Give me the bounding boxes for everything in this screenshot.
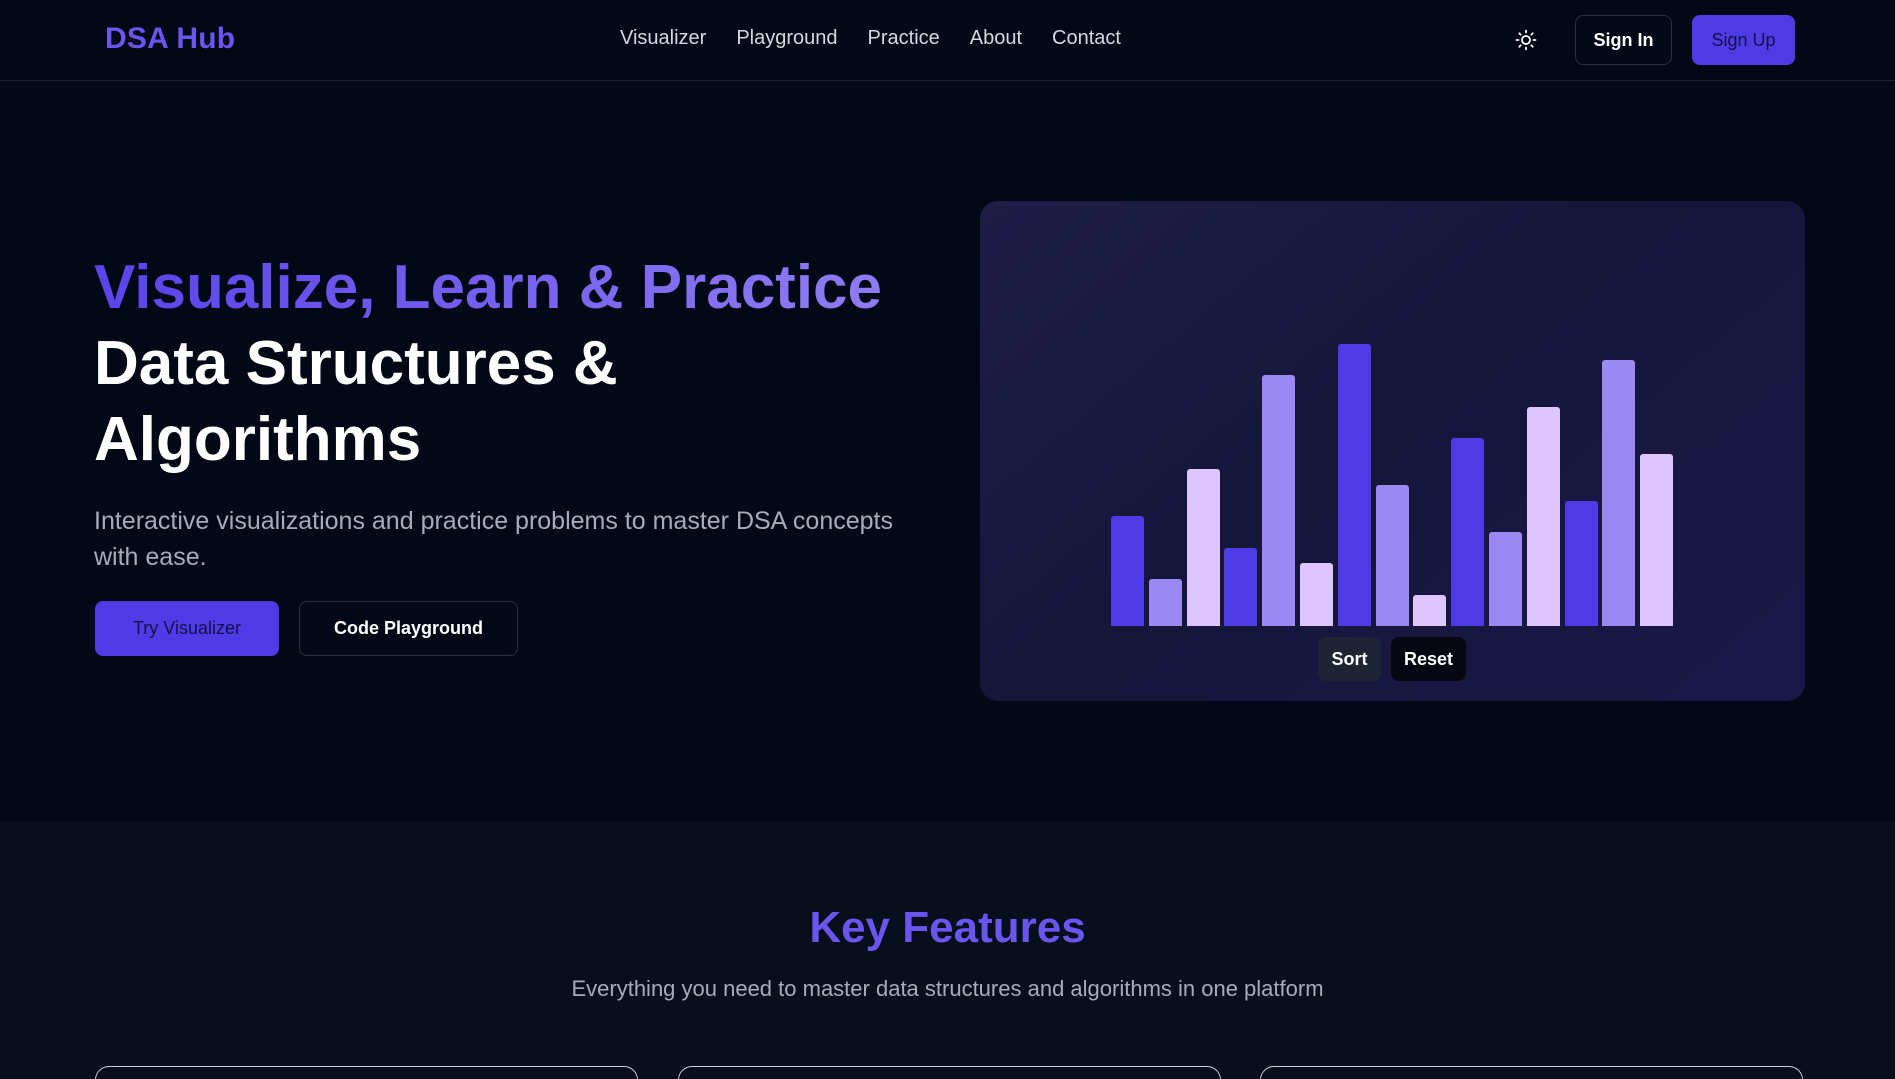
top-navbar: DSA Hub Visualizer Playground Practice A… [0, 0, 1895, 81]
hero-subtitle: Interactive visualizations and practice … [94, 507, 893, 571]
try-visualizer-button[interactable]: Try Visualizer [95, 601, 279, 656]
array-bar [1451, 438, 1485, 626]
sorting-visualizer-card: Sort Reset [980, 201, 1805, 701]
array-bar [1262, 375, 1296, 626]
bar-array [980, 201, 1805, 701]
hero-title: Visualize, Learn & Practice Data Structu… [94, 250, 882, 478]
array-bar [1564, 500, 1598, 626]
features-section: Key Features Everything you need to mast… [0, 821, 1895, 1079]
array-bar [1186, 469, 1220, 626]
array-bar [1148, 579, 1182, 626]
theme-toggle-button[interactable] [1514, 28, 1538, 52]
hero-title-line2: Data Structures & [94, 329, 618, 398]
code-playground-button[interactable]: Code Playground [299, 601, 518, 656]
array-bar [1640, 453, 1674, 626]
hero-title-accent: Visualize, Learn & Practice [94, 250, 882, 326]
nav-link-visualizer[interactable]: Visualizer [620, 27, 706, 50]
nav-link-about[interactable]: About [970, 27, 1022, 50]
feature-card[interactable] [95, 1066, 638, 1079]
array-bar [1300, 563, 1333, 626]
nav-link-contact[interactable]: Contact [1052, 27, 1121, 50]
features-title: Key Features [809, 903, 1086, 952]
hero-title-line3: Algorithms [94, 405, 422, 474]
nav-link-practice[interactable]: Practice [868, 27, 940, 50]
feature-card[interactable] [678, 1066, 1221, 1079]
sign-in-button[interactable]: Sign In [1575, 15, 1672, 65]
sort-button[interactable]: Sort [1318, 637, 1381, 681]
array-bar [1602, 359, 1636, 626]
sign-up-button[interactable]: Sign Up [1692, 15, 1795, 65]
sun-icon [1515, 29, 1537, 51]
array-bar [1526, 406, 1560, 626]
feature-card[interactable] [1260, 1066, 1803, 1079]
brand-logo[interactable]: DSA Hub [105, 22, 235, 56]
array-bar [1489, 532, 1522, 626]
nav-links: Visualizer Playground Practice About Con… [620, 27, 1121, 50]
array-bar [1337, 344, 1371, 626]
array-bar [1413, 594, 1447, 626]
nav-link-playground[interactable]: Playground [736, 27, 837, 50]
array-bar [1224, 547, 1258, 626]
features-subtitle: Everything you need to master data struc… [571, 976, 1324, 1001]
array-bar [1375, 485, 1409, 626]
array-bar [1111, 516, 1144, 626]
reset-button[interactable]: Reset [1391, 637, 1466, 681]
